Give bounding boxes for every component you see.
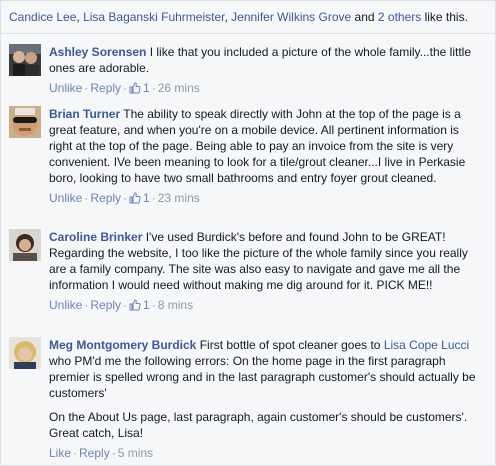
- comment-actions: Like · Reply · 5 mins: [49, 446, 154, 460]
- like-count-link[interactable]: 1: [129, 191, 150, 205]
- unlike-link[interactable]: Unlike: [49, 298, 82, 312]
- likes-summary: Candice Lee, Lisa Baganski Fuhrmeister, …: [9, 10, 489, 24]
- comment-author[interactable]: Caroline Brinker: [49, 230, 142, 244]
- like-link[interactable]: Like: [49, 446, 71, 460]
- like-count: 1: [143, 81, 150, 95]
- like-count: 1: [143, 298, 150, 312]
- like-count: 1: [143, 191, 150, 205]
- comment-author[interactable]: Ashley Sorensen: [49, 45, 146, 59]
- comment-author[interactable]: Meg Montgomery Burdick: [49, 338, 196, 352]
- comment-actions: Unlike · Reply · 1 · 8 mins: [49, 298, 194, 312]
- reply-link[interactable]: Reply: [79, 446, 110, 460]
- comment-section: Candice Lee, Lisa Baganski Fuhrmeister, …: [0, 0, 496, 466]
- reply-link[interactable]: Reply: [90, 191, 121, 205]
- comment-author[interactable]: Brian Turner: [49, 107, 120, 121]
- unlike-link[interactable]: Unlike: [49, 81, 82, 95]
- unlike-link[interactable]: Unlike: [49, 191, 82, 205]
- comment-text-start: First bottle of spot cleaner goes to: [199, 338, 384, 352]
- avatar[interactable]: [9, 337, 41, 369]
- timestamp: 26 mins: [157, 81, 200, 95]
- timestamp: 8 mins: [157, 298, 194, 312]
- avatar[interactable]: [9, 106, 41, 138]
- thumbs-up-icon: [129, 82, 141, 94]
- like-this-text: like this.: [421, 10, 468, 24]
- comment-actions: Unlike · Reply · 1 · 26 mins: [49, 81, 200, 95]
- thumbs-up-icon: [129, 192, 141, 204]
- comment-text-end: who PM'd me the following errors: On the…: [49, 354, 476, 400]
- mention-link[interactable]: Lisa Cope Lucci: [384, 338, 469, 352]
- liker-link[interactable]: Lisa Baganski Fuhrmeister: [83, 10, 224, 24]
- timestamp: 23 mins: [157, 191, 200, 205]
- timestamp: 5 mins: [117, 446, 154, 460]
- like-count-link[interactable]: 1: [129, 81, 150, 95]
- and-text: and: [351, 10, 378, 24]
- others-link[interactable]: 2 others: [378, 10, 421, 24]
- liker-link[interactable]: Jennifer Wilkins Grove: [231, 10, 351, 24]
- reply-link[interactable]: Reply: [90, 81, 121, 95]
- comment-actions: Unlike · Reply · 1 · 23 mins: [49, 191, 200, 205]
- comment-paragraph: On the About Us page, last paragraph, ag…: [49, 410, 468, 440]
- avatar[interactable]: [9, 44, 41, 76]
- thumbs-up-icon: [129, 299, 141, 311]
- reply-link[interactable]: Reply: [90, 298, 121, 312]
- divider: [1, 33, 495, 34]
- avatar[interactable]: [9, 229, 41, 261]
- like-count-link[interactable]: 1: [129, 298, 150, 312]
- liker-link[interactable]: Candice Lee: [9, 10, 76, 24]
